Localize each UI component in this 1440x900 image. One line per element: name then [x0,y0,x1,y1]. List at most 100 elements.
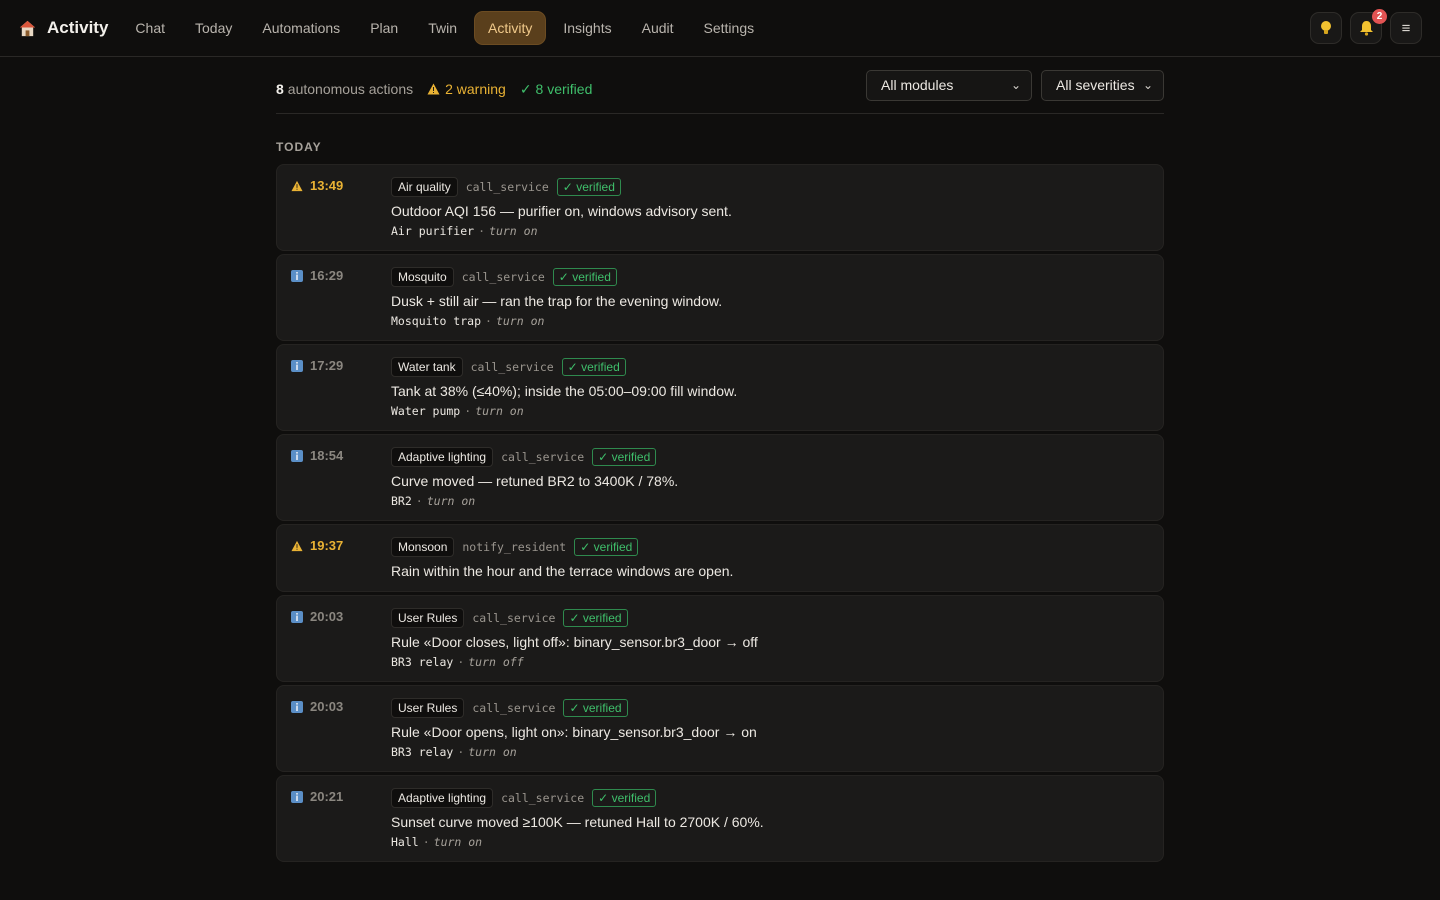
status-label: verified [611,450,651,464]
action-item[interactable]: 20:03 User Rules call_service ✓ verified Rul… [276,595,1164,682]
lightbulb-button[interactable] [1310,12,1342,44]
info-icon [291,701,303,713]
nav-item-twin[interactable]: Twin [415,12,470,44]
action-time-col: 20:21 [291,788,391,849]
notifications-button[interactable]: 2 [1350,9,1387,44]
check-icon: ✓ [558,270,569,284]
action-time-col: 17:29 [291,357,391,418]
target-entity: BR3 relay [391,745,454,759]
action-time: 16:29 [310,268,344,283]
warning-icon [291,540,303,552]
action-item[interactable]: 16:29 Mosquito call_service ✓ verified Dusk … [276,254,1164,341]
action-kind: call_service [472,611,556,625]
activity-main: 8 autonomous actions 2 warning ✓ 8 verif… [276,57,1164,862]
action-body: Water tank call_service ✓ verified Tank at … [391,357,1149,418]
action-kind: call_service [465,180,549,194]
action-body: User Rules call_service ✓ verified Rule «Do… [391,608,1149,669]
warning-count: 2 warning [445,81,506,97]
check-icon: ✓ [580,540,591,554]
action-meta: Monsoon notify_resident ✓ verified [391,537,1149,557]
info-icon [291,360,303,372]
action-body: Air quality call_service ✓ verified Outdoor… [391,177,1149,238]
status-label: verified [576,180,615,194]
separator: · [478,224,486,238]
separator: · [457,745,465,759]
action-item[interactable]: 20:03 User Rules call_service ✓ verified Rul… [276,685,1164,772]
action-message: Tank at 38% (≤40%); inside the 05:00–09:… [391,383,738,399]
action-time: 19:37 [310,538,344,553]
menu-button[interactable]: ≡ [1390,12,1422,44]
notification-count-badge: 2 [1372,9,1387,24]
module-tag: Air quality [391,177,458,197]
action-target: BR2 · turn on [391,494,1149,508]
status-label: verified [572,270,611,284]
status-label: verified [593,540,633,554]
chevron-down-icon: ⌄ [1010,78,1021,92]
warning-summary: 2 warning [427,81,506,97]
target-entity: Hall [391,835,419,849]
brand[interactable]: Activity [18,18,108,38]
nav-item-plan[interactable]: Plan [357,12,411,44]
check-icon: ✓ [567,360,578,374]
action-time: 13:49 [310,178,344,193]
action-time-col: 16:29 [291,267,391,328]
action-time: 20:03 [310,699,344,714]
module-tag: Monsoon [391,537,455,557]
action-message: Outdoor AQI 156 — purifier on, windows a… [391,203,732,219]
separator: · [422,835,430,849]
action-meta: User Rules call_service ✓ verified [391,608,1149,628]
verified-count: 8 verified [535,81,593,97]
action-item[interactable]: 18:54 Adaptive lighting call_service ✓ veri… [276,434,1164,521]
module-filter-select[interactable]: All modules ⌄ [866,69,1032,101]
check-icon: ✓ [569,611,580,625]
module-tag: Adaptive lighting [391,447,494,467]
target-entity: Water pump [391,404,461,418]
action-target: Mosquito trap · turn on [391,314,1149,328]
separator: · [457,655,465,669]
check-icon: ✓ [562,180,573,194]
action-kind: call_service [501,791,585,805]
status-label: verified [581,360,620,374]
status-badge: ✓ verified [563,609,628,627]
action-item[interactable]: 13:49 Air quality call_service ✓ verified Ou… [276,164,1164,251]
info-icon [291,450,303,462]
status-badge: ✓ verified [556,178,621,196]
action-message: Curve moved — retuned BR2 to 3400K / 78%… [391,473,679,489]
top-bar: Activity Chat Today Automations Plan Twin Act… [0,0,1440,57]
nav-item-insights[interactable]: Insights [550,12,624,44]
target-action: turn on [495,314,545,328]
nav-item-audit[interactable]: Audit [629,12,687,44]
module-tag: Adaptive lighting [391,788,494,808]
separator: · [415,494,423,508]
action-message: Rain within the hour and the terrace win… [391,563,734,579]
action-count: 8 [276,81,284,97]
action-body: Adaptive lighting call_service ✓ verified S… [391,788,1149,849]
status-badge: ✓ verified [563,699,628,717]
action-time: 18:54 [310,448,344,463]
action-time: 20:03 [310,609,344,624]
action-meta: Air quality call_service ✓ verified [391,177,1149,197]
nav-item-today[interactable]: Today [182,12,245,44]
info-icon [291,791,303,803]
lightbulb-icon [1321,21,1331,34]
action-item[interactable]: 20:21 Adaptive lighting call_service ✓ veri… [276,775,1164,862]
verified-summary: ✓ 8 verified [520,81,593,98]
check-icon: ✓ [598,450,609,464]
target-action: turn on [489,224,538,238]
action-target: Water pump · turn on [391,404,1149,418]
nav-item-automations[interactable]: Automations [249,12,353,44]
severity-filter-select[interactable]: All severities ⌄ [1041,69,1164,101]
separator: · [485,314,492,328]
nav-item-settings[interactable]: Settings [691,12,768,44]
target-entity: BR3 relay [391,655,454,669]
check-icon: ✓ [598,791,609,805]
action-time-col: 20:03 [291,698,391,759]
action-item[interactable]: 19:37 Monsoon notify_resident ✓ verified Rai… [276,524,1164,592]
status-badge: ✓ verified [592,448,657,466]
nav-item-chat[interactable]: Chat [122,12,178,44]
action-item[interactable]: 17:29 Water tank call_service ✓ verified Tan… [276,344,1164,431]
filters: All modules ⌄ All severities ⌄ [866,69,1164,101]
target-action: turn on [468,745,517,759]
nav-item-activity[interactable]: Activity [474,11,547,45]
action-kind: call_service [472,701,556,715]
